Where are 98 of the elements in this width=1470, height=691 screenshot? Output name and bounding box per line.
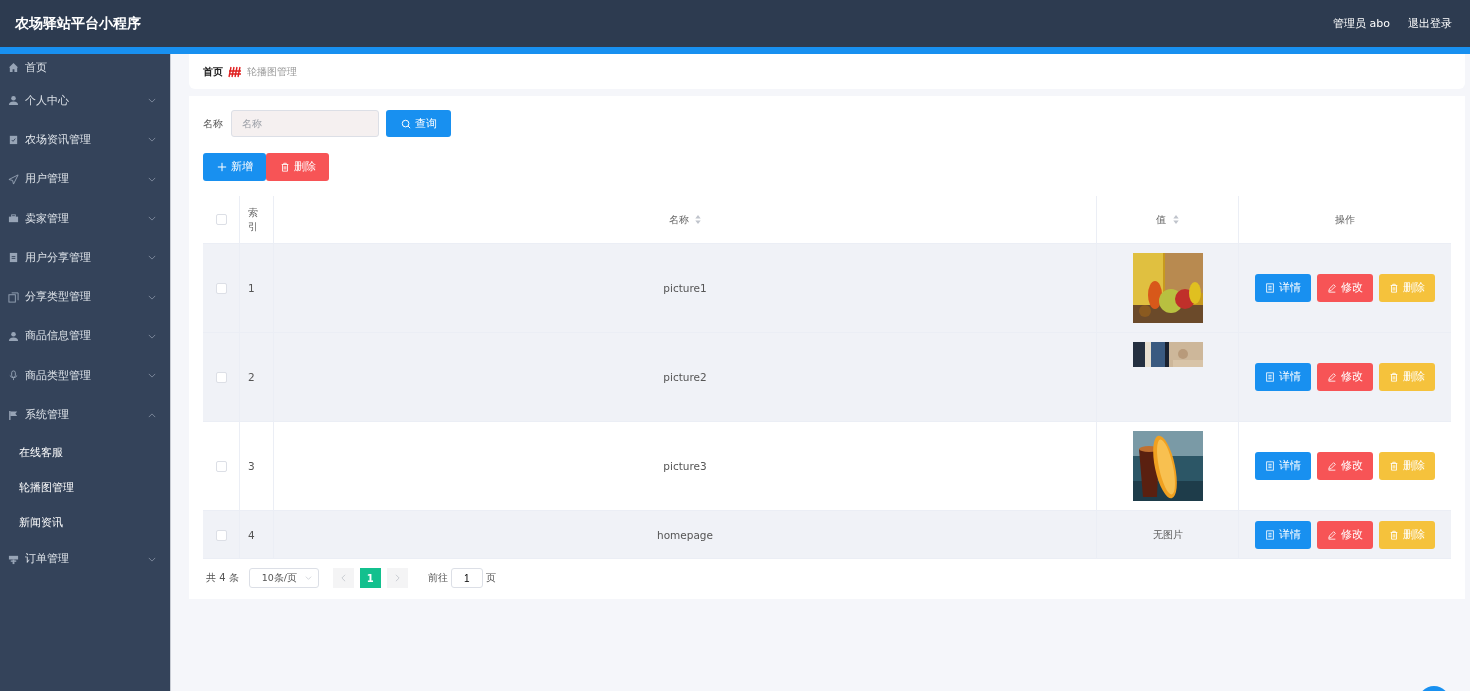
column-header[interactable]: 值 [1156,213,1167,225]
logout-link[interactable]: 退出登录 [1408,16,1452,31]
details-button[interactable]: 详情 [1255,452,1311,480]
person-icon [8,95,19,107]
column-header[interactable]: 名称 [668,213,689,225]
table-cell: picture1 [663,282,707,294]
edit-button[interactable]: 修改 [1317,520,1373,549]
chevron-icon [304,576,312,580]
table-cell: 1 [248,282,255,294]
page-number-field[interactable]: 1 [450,568,483,588]
field-label: 名称 [203,116,223,131]
chevron-icon [148,137,156,143]
chevron-icon [148,412,156,418]
person-icon [8,330,19,342]
chevron-icon [148,556,156,562]
separator-icon [228,65,242,78]
chevron-icon [148,294,156,300]
menu-item[interactable]: 分享类型管理 [0,277,170,317]
checkbox[interactable] [215,372,227,384]
table-cell: 无图片 [1152,528,1183,540]
submenu-item[interactable]: 新闻资讯 [0,504,63,540]
details-button[interactable]: 详情 [1255,274,1311,302]
menu-item[interactable]: 个人中心 [0,81,170,121]
menu-item[interactable]: 用户管理 [0,159,170,199]
table-cell: 4 [248,528,255,541]
chevron-icon [148,373,156,379]
app-title: 农场驿站平台小程序 [15,14,141,33]
page-suffix: 页 [485,571,496,585]
search-icon [400,118,411,129]
sort-icon[interactable] [1172,215,1179,224]
pencil-icon [1327,283,1337,293]
send-icon [8,173,19,185]
delete-button[interactable]: 删除 [266,153,329,181]
page-size-select[interactable]: 10条/页 [248,568,319,588]
sort-icon[interactable] [695,215,702,224]
mic-icon [8,370,19,382]
total-count: 共 4 条 [206,571,239,585]
previous-page-button[interactable] [332,568,354,588]
column-header: 索引 [248,205,259,234]
document-icon [1265,529,1275,540]
trash-icon [279,162,290,172]
chevron-left-icon [340,574,346,582]
checkbox[interactable] [215,214,227,226]
breadcrumb-link[interactable]: 首页 [203,64,223,79]
trash-icon [1389,461,1399,471]
menu-item[interactable]: 卖家管理 [0,198,170,239]
plus-icon [216,162,227,172]
briefcase-icon [8,213,19,225]
chevron-icon [148,333,156,339]
submenu-item[interactable]: 在线客服 [0,434,63,470]
menu-item[interactable]: 订单管理 [0,539,170,579]
chevron-right-icon [394,574,400,582]
name-field[interactable]: 名称 [231,110,379,137]
user-name: 管理员 abo [1333,16,1390,31]
details-button[interactable]: 详情 [1255,520,1311,549]
table-cell: picture2 [663,371,707,383]
edit-button[interactable]: 修改 [1317,452,1373,480]
menu-item[interactable]: 商品信息管理 [0,316,170,357]
pencil-icon [1327,372,1337,382]
search-button[interactable]: 查询 [386,110,451,137]
trash-icon [1389,372,1399,382]
add-button[interactable]: 新增 [203,153,266,181]
trash-icon [1389,283,1399,293]
home-icon [8,62,19,73]
table-cell: homepage [657,528,713,541]
checkbox[interactable] [215,283,227,295]
document-icon [1265,461,1275,471]
chevron-icon [148,176,156,182]
trash-icon [1389,529,1399,540]
table-cell: picture3 [663,460,707,472]
goto-label: 前往 [427,571,448,585]
column-header: 操作 [1335,213,1355,225]
next-page-button[interactable] [386,568,408,588]
document-icon [8,252,19,264]
flag-icon [8,409,19,421]
copy-icon [8,291,19,303]
clipboard-icon [8,134,19,146]
document-icon [1265,283,1275,293]
checkbox[interactable] [215,529,227,541]
chevron-icon [148,216,156,222]
pencil-icon [1327,461,1337,471]
menu-item[interactable]: 用户分享管理 [0,238,170,278]
table-cell: 3 [248,460,255,472]
pencil-icon [1327,529,1337,540]
document-icon [1265,372,1275,382]
chevron-icon [148,255,156,261]
details-button[interactable]: 详情 [1255,363,1311,391]
edit-button[interactable]: 修改 [1317,363,1373,391]
stamp-icon [8,553,19,565]
submenu-item[interactable]: 轮播图管理 [0,469,74,505]
menu-item[interactable]: 首页 [0,54,170,81]
checkbox[interactable] [215,461,227,473]
edit-button[interactable]: 修改 [1317,274,1373,302]
menu-item[interactable]: 商品类型管理 [0,356,170,396]
menu-item[interactable]: 农场资讯管理 [0,120,170,160]
chevron-icon [148,98,156,104]
menu-item[interactable]: 系统管理 [0,395,170,435]
table-cell: 2 [248,371,255,383]
